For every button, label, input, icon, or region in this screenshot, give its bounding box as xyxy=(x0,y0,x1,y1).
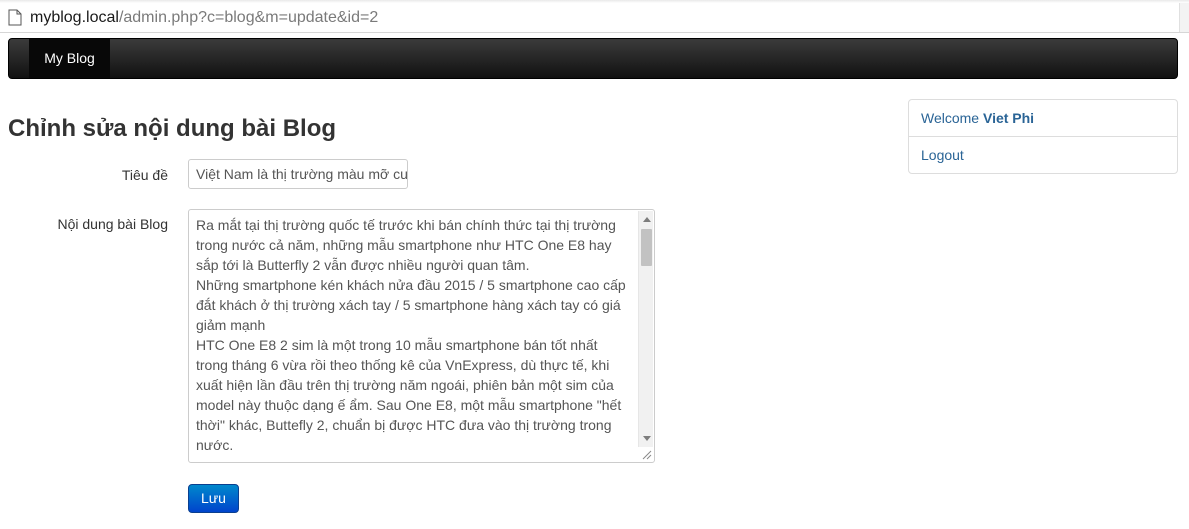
top-navbar: My Blog xyxy=(8,38,1178,79)
content-text: Ra mắt tại thị trường quốc tế trước khi … xyxy=(196,217,626,453)
username: Viet Phi xyxy=(982,110,1035,126)
resize-grip-icon[interactable] xyxy=(641,449,652,460)
url-host: myblog.local xyxy=(30,9,119,26)
scroll-thumb[interactable] xyxy=(641,229,652,266)
content-textarea[interactable]: Ra mắt tại thị trường quốc tế trước khi … xyxy=(188,209,655,463)
page-title: Chỉnh sửa nội dung bài Blog xyxy=(8,115,337,142)
url-field[interactable]: myblog.local/admin.php?c=blog&m=update&i… xyxy=(30,8,378,28)
brand-link[interactable]: My Blog xyxy=(29,39,110,78)
textarea-scrollbar[interactable] xyxy=(638,211,653,447)
user-panel: Welcome Viet Phi Logout xyxy=(908,99,1178,174)
logout-link[interactable]: Logout xyxy=(909,137,1177,174)
title-label: Tiêu đề xyxy=(121,167,168,183)
welcome-prefix: Welcome xyxy=(921,110,980,126)
welcome-item[interactable]: Welcome Viet Phi xyxy=(909,100,1177,137)
page-icon xyxy=(8,9,22,26)
url-path: /admin.php?c=blog&m=update&id=2 xyxy=(118,9,379,26)
scroll-up-icon[interactable] xyxy=(643,217,651,222)
browser-address-bar: myblog.local/admin.php?c=blog&m=update&i… xyxy=(0,0,1189,33)
window-scrollbar-stub xyxy=(1179,3,1189,32)
content-label: Nội dung bài Blog xyxy=(57,216,168,232)
scroll-down-icon[interactable] xyxy=(643,436,651,441)
title-input[interactable]: Việt Nam là thị trường màu mỡ cu xyxy=(188,159,408,189)
save-button[interactable]: Lưu xyxy=(188,484,239,513)
browser-top-edge xyxy=(0,0,1189,3)
